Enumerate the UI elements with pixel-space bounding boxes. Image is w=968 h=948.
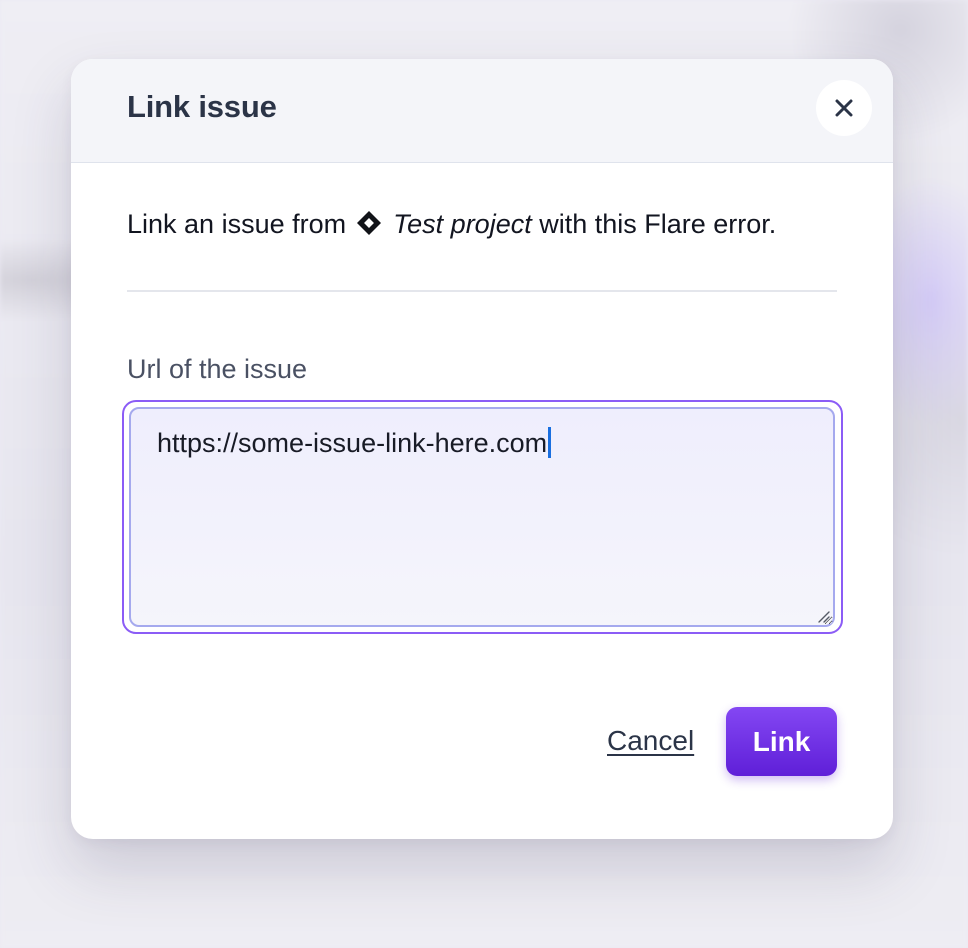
- link-button[interactable]: Link: [726, 707, 837, 776]
- close-icon: [835, 99, 853, 117]
- diamond-icon: [356, 210, 382, 243]
- close-button[interactable]: [816, 80, 872, 136]
- intro-suffix: with this Flare error.: [539, 209, 777, 239]
- project-name: Test project: [393, 209, 532, 239]
- intro-prefix: Link an issue from: [127, 209, 347, 239]
- intro-text: Link an issue from Test project with thi…: [127, 209, 776, 243]
- dialog-title: Link issue: [127, 89, 277, 124]
- url-field-label: Url of the issue: [127, 354, 308, 384]
- dialog-header: Link issue: [71, 59, 893, 163]
- divider: [127, 290, 837, 292]
- link-issue-dialog: Link issue Link an issue from Test proje…: [71, 59, 893, 839]
- url-textarea[interactable]: [129, 407, 835, 627]
- cancel-button[interactable]: Cancel: [607, 725, 694, 757]
